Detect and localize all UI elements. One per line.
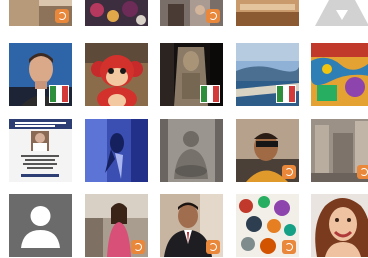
- photo-grid: [0, 0, 368, 258]
- photo-thumbnail: [311, 43, 368, 106]
- gallery-icon: [206, 240, 220, 254]
- photo-tile[interactable]: [85, 194, 148, 257]
- default-avatar-icon: [9, 194, 72, 257]
- gallery-icon: [282, 240, 296, 254]
- photo-tile[interactable]: [85, 0, 148, 26]
- flag-icon: [276, 85, 296, 103]
- gallery-icon: [357, 165, 368, 179]
- photo-tile[interactable]: [311, 43, 368, 106]
- photo-thumbnail: [160, 119, 223, 182]
- gallery-icon: [206, 9, 220, 23]
- photo-tile[interactable]: [236, 43, 299, 106]
- gallery-icon: [55, 9, 69, 23]
- gallery-icon: [282, 165, 296, 179]
- photo-tile[interactable]: [85, 43, 148, 106]
- photo-tile[interactable]: [236, 119, 299, 182]
- photo-tile[interactable]: [160, 194, 223, 257]
- photo-thumbnail: [85, 0, 148, 26]
- photo-thumbnail: [85, 43, 148, 106]
- photo-thumbnail: [311, 194, 368, 257]
- photo-tile[interactable]: [311, 119, 368, 182]
- photo-tile[interactable]: [311, 194, 368, 257]
- photo-thumbnail: [9, 119, 72, 182]
- photo-tile[interactable]: [9, 43, 72, 106]
- photo-tile[interactable]: [160, 0, 223, 26]
- photo-tile[interactable]: [160, 119, 223, 182]
- photo-thumbnail: [236, 0, 299, 26]
- photo-tile[interactable]: [236, 0, 299, 26]
- photo-tile[interactable]: [9, 194, 72, 257]
- photo-thumbnail: [85, 119, 148, 182]
- placeholder-icon: [311, 0, 368, 26]
- gallery-icon: [131, 240, 145, 254]
- photo-tile[interactable]: [9, 119, 72, 182]
- flag-icon: [200, 85, 220, 103]
- photo-tile[interactable]: [85, 119, 148, 182]
- flag-icon: [49, 85, 69, 103]
- photo-tile[interactable]: [9, 0, 72, 26]
- photo-tile[interactable]: [236, 194, 299, 257]
- photo-tile[interactable]: [160, 43, 223, 106]
- photo-tile[interactable]: [311, 0, 368, 26]
